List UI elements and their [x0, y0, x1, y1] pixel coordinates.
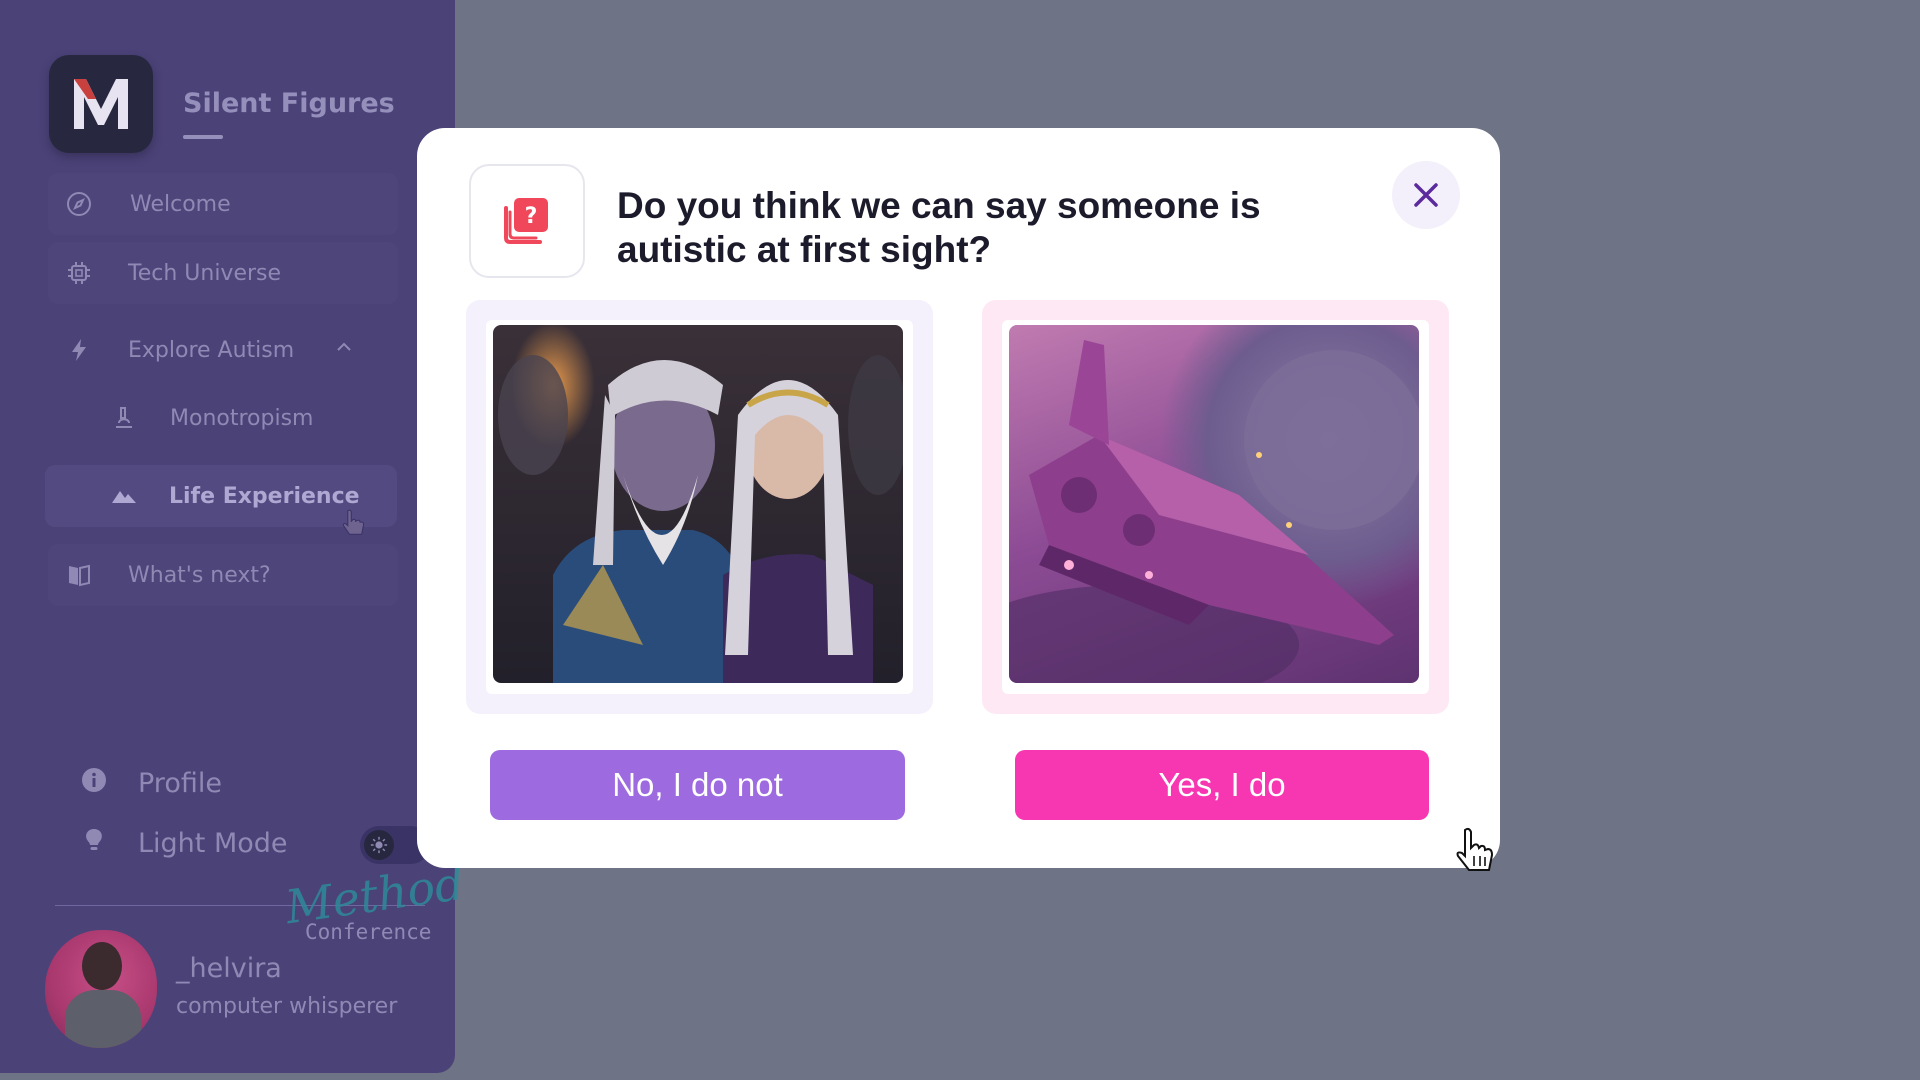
lightning-icon — [66, 337, 92, 363]
profile-label: Profile — [138, 768, 222, 799]
watermark-word: Conference — [305, 920, 432, 944]
hand-cursor-icon — [1452, 826, 1496, 880]
sidebar-item-whats-next[interactable]: What's next? — [48, 544, 398, 606]
chip-icon — [66, 260, 92, 286]
modal-title: Do you think we can say someone is autis… — [617, 185, 1261, 270]
svg-text:?: ? — [525, 204, 538, 229]
sidebar-item-label: Explore Autism — [128, 337, 295, 363]
light-mode-label: Light Mode — [138, 828, 288, 859]
sidebar-item-label: What's next? — [128, 562, 271, 588]
sidebar-item-monotropism[interactable]: Monotropism — [48, 387, 398, 449]
spaceship-image — [1009, 325, 1419, 683]
logo-m-icon — [74, 79, 128, 129]
light-mode-row: Light Mode — [80, 826, 288, 861]
yes-button[interactable]: Yes, I do — [1015, 750, 1429, 820]
no-button[interactable]: No, I do not — [490, 750, 905, 820]
profile-link[interactable]: Profile — [80, 766, 222, 801]
user-role: computer whisperer — [176, 994, 398, 1019]
question-cards-icon: ? — [504, 198, 548, 244]
sidebar-item-explore-autism[interactable]: Explore Autism — [48, 319, 378, 381]
sidebar: Silent Figures Welcome Tech Universe Exp… — [0, 0, 467, 1073]
sidebar-item-label: Tech Universe — [128, 260, 282, 286]
sidebar-item-welcome[interactable]: Welcome — [48, 173, 398, 235]
brand-name: Silent Figures — [183, 88, 395, 119]
answer-card-no[interactable] — [466, 300, 933, 714]
answer-card-yes[interactable] — [982, 300, 1449, 714]
microscope-icon — [111, 405, 137, 431]
sidebar-item-label: Life Experience — [169, 483, 360, 509]
app-logo[interactable] — [49, 55, 153, 153]
user-name: _helvira — [176, 953, 282, 984]
book-icon — [66, 562, 92, 588]
hand-cursor-icon — [340, 508, 366, 542]
sun-icon — [364, 830, 394, 860]
sidebar-item-label: Monotropism — [170, 405, 314, 431]
sidebar-item-label: Welcome — [130, 191, 231, 217]
chevron-up-icon — [334, 337, 354, 363]
warriors-image — [493, 325, 903, 683]
compass-icon — [66, 191, 92, 217]
question-icon-box: ? — [469, 164, 585, 278]
avatar[interactable] — [45, 930, 157, 1048]
info-icon — [80, 766, 108, 801]
sidebar-item-tech-universe[interactable]: Tech Universe — [48, 242, 398, 304]
close-button[interactable] — [1392, 161, 1460, 229]
mountain-icon — [111, 483, 137, 509]
question-modal: ? Do you think we can say someone is aut… — [417, 128, 1500, 868]
lightbulb-icon — [80, 826, 108, 861]
brand-underline — [183, 135, 223, 139]
close-icon — [1414, 183, 1438, 207]
